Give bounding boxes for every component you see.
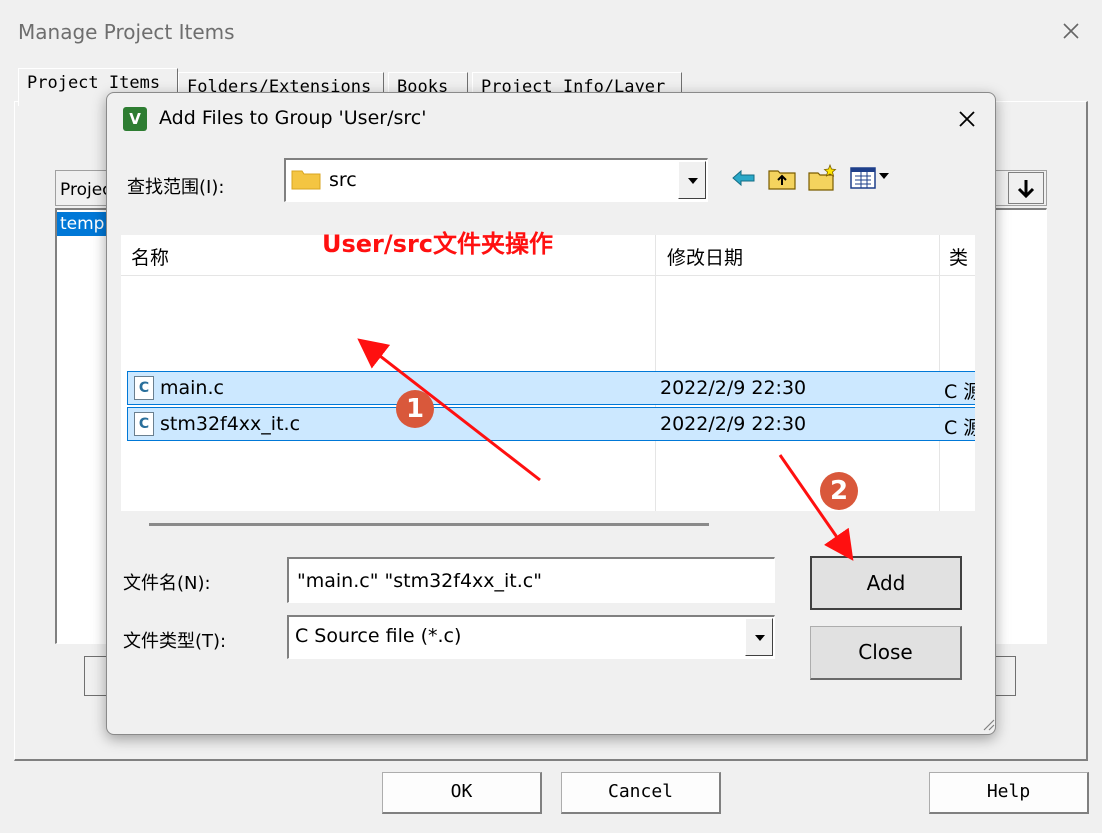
dialog-title: Add Files to Group 'User/src' [159,107,427,129]
file-row[interactable]: C stm32f4xx_it.c 2022/2/9 22:30 C 源 [127,407,975,441]
cancel-button[interactable]: Cancel [561,772,721,814]
chevron-down-icon [755,635,765,641]
horizontal-scrollbar[interactable] [149,523,709,526]
arrow-down-icon [1017,180,1035,199]
up-folder-icon[interactable] [767,163,797,193]
move-down-button[interactable] [1008,172,1044,204]
file-date: 2022/2/9 22:30 [660,377,807,399]
file-type: C 源 [944,417,975,439]
keil-uvision-icon: V [123,107,147,131]
file-name-input[interactable] [287,557,775,603]
outer-close-icon[interactable] [1058,18,1084,44]
outer-window-title: Manage Project Items [18,20,235,44]
file-type-value: C Source file (*.c) [295,625,462,647]
chevron-down-icon [688,178,698,184]
c-file-icon: C [134,412,154,436]
column-header-date[interactable]: 修改日期 [667,243,743,270]
outer-list-header-label: Projec [60,180,112,200]
look-in-dropdown-button[interactable] [678,161,706,199]
file-type: C 源 [944,381,975,403]
file-type-dropdown-button[interactable] [745,618,773,656]
add-button[interactable]: Add [810,556,962,610]
ok-button[interactable]: OK [382,772,542,814]
file-name-label: 文件名(N): [123,573,211,594]
resize-grip-icon[interactable] [979,715,995,731]
header-divider [121,275,975,276]
annotation-caption: User/src文件夹操作 [322,230,553,258]
close-icon[interactable] [955,107,979,131]
column-header-name[interactable]: 名称 [131,243,169,270]
file-date: 2022/2/9 22:30 [660,413,807,435]
file-list[interactable]: 名称 修改日期 类 C main.c 2022/2/9 22:30 C 源 C … [121,235,975,511]
view-menu-icon[interactable] [849,163,891,193]
step-2-badge: 2 [820,472,858,510]
file-row[interactable]: C main.c 2022/2/9 22:30 C 源 [127,371,975,405]
file-type-label: 文件类型(T): [123,631,227,652]
back-icon[interactable] [729,163,759,193]
new-folder-icon[interactable] [807,163,837,193]
help-button[interactable]: Help [929,772,1089,814]
add-files-dialog: V Add Files to Group 'User/src' 查找范围(I):… [106,92,996,735]
file-name: stm32f4xx_it.c [160,413,301,435]
look-in-label: 查找范围(I): [127,177,225,198]
look-in-value: src [329,169,357,191]
column-header-type[interactable]: 类 [949,243,968,270]
step-1-badge: 1 [396,390,434,428]
c-file-icon: C [134,376,154,400]
close-button[interactable]: Close [810,626,962,680]
file-name: main.c [160,377,224,399]
folder-icon [291,170,321,190]
